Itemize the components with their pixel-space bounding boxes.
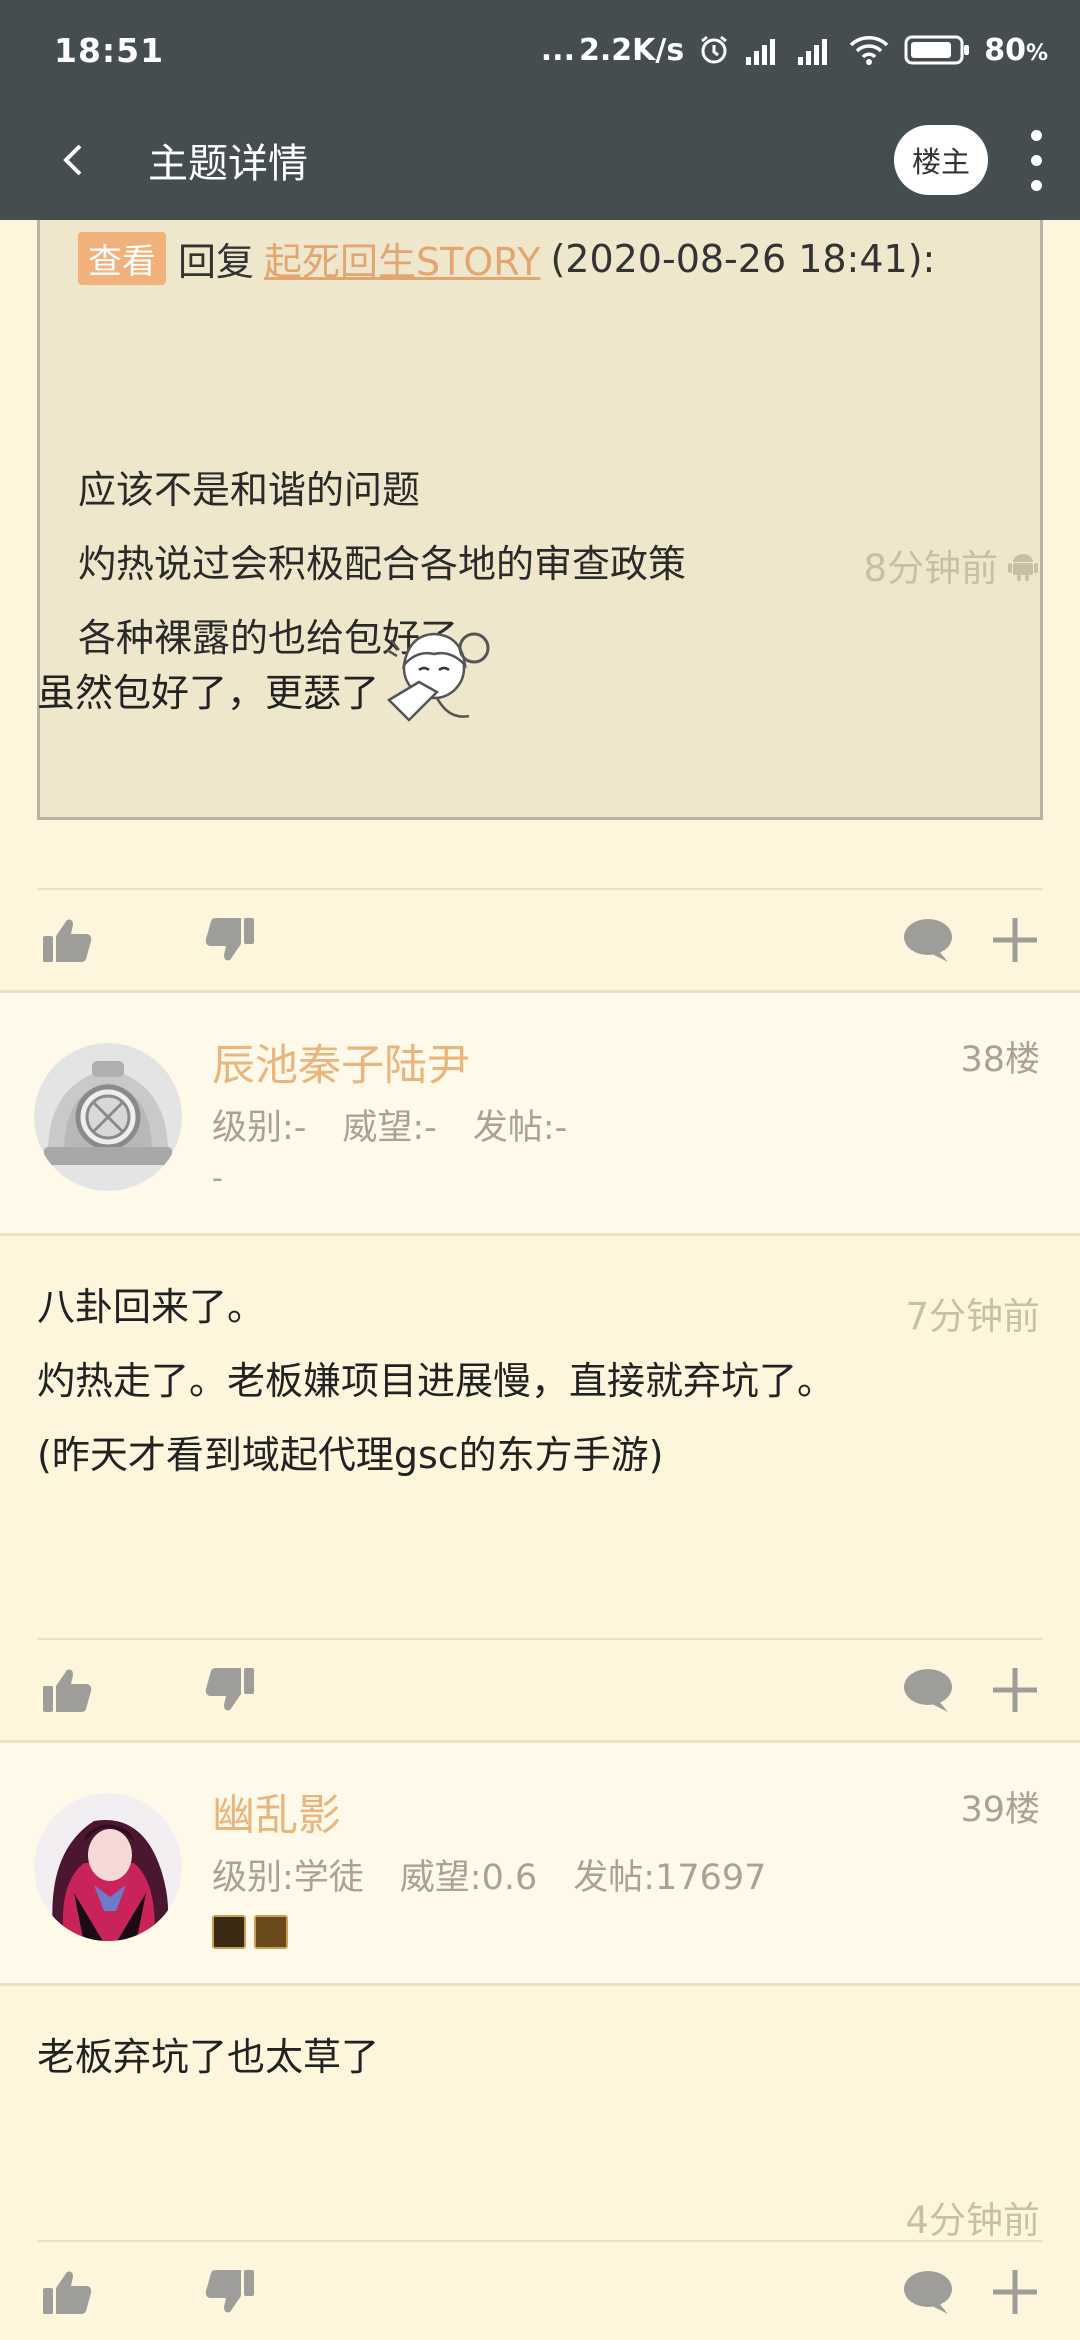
post-body: 虽然包好了，更瑟了 bbox=[37, 620, 499, 730]
downvote-button[interactable] bbox=[200, 910, 260, 970]
comment-icon bbox=[904, 2271, 952, 2314]
upvote-button[interactable] bbox=[37, 1660, 97, 1720]
view-quote-button[interactable]: 查看 bbox=[78, 232, 166, 285]
comment-icon bbox=[904, 919, 952, 962]
user-level: 级别:- bbox=[212, 1108, 307, 1148]
downvote-button[interactable] bbox=[200, 2262, 260, 2322]
post-line: (昨天才看到域起代理gsc的东方手游) bbox=[37, 1433, 664, 1477]
reply-button[interactable] bbox=[898, 1660, 958, 1720]
app-bar: 主题详情 楼主 bbox=[0, 100, 1080, 220]
thumbs-up-icon bbox=[43, 2271, 92, 2314]
user-level: 级别:学徒 bbox=[212, 1858, 364, 1898]
thumbs-down-icon bbox=[205, 1668, 254, 1711]
post-time: 4分钟前 bbox=[905, 2199, 1040, 2242]
post-body: 八卦回来了。 灼热走了。老板嫌项目进展慢，直接就弃坑了。 (昨天才看到域起代理g… bbox=[37, 1270, 835, 1492]
medal-badge-icon[interactable] bbox=[212, 1915, 246, 1949]
username[interactable]: 幽乱影 bbox=[212, 1781, 341, 1843]
user-post-count: 发帖:17697 bbox=[573, 1858, 767, 1898]
more-dot-icon bbox=[1030, 129, 1042, 141]
network-speed: 2.2K/s bbox=[578, 32, 685, 68]
alarm-icon bbox=[701, 35, 728, 64]
status-bar: 18:51 ... 2.2K/s 80% bbox=[0, 0, 1080, 100]
post-time: 8分钟前 bbox=[863, 538, 1040, 592]
anime-sticker-icon bbox=[386, 632, 490, 722]
thread-content[interactable]: 查看 回复 起死回生STORY (2020-08-26 18:41): 应该不是… bbox=[0, 220, 1080, 2340]
post-text: 虽然包好了，更瑟了 bbox=[37, 671, 380, 715]
post-text: 老板弃坑了也太草了 bbox=[37, 2035, 380, 2079]
page-title: 主题详情 bbox=[148, 141, 308, 187]
post-header: 幽乱影 39楼 级别:学徒 威望:0.6 发帖:17697 bbox=[0, 1743, 1080, 1983]
reply-word: 回复 bbox=[178, 240, 255, 284]
user-prestige: 威望:- bbox=[342, 1108, 437, 1148]
post-line: 八卦回来了。 bbox=[37, 1285, 266, 1329]
post-body: 老板弃坑了也太草了 bbox=[37, 2020, 379, 2094]
wifi-icon bbox=[849, 36, 889, 65]
downvote-button[interactable] bbox=[200, 1660, 260, 1720]
quote-time: (2020-08-26 18:41): bbox=[550, 236, 936, 281]
post-actions bbox=[0, 2242, 1080, 2340]
comment-icon bbox=[904, 1669, 952, 1712]
post-header: 辰池秦子陆尹 38楼 级别:- 威望:- 发帖:- - bbox=[0, 993, 1080, 1233]
upvote-button[interactable] bbox=[37, 910, 97, 970]
android-icon bbox=[1008, 554, 1038, 581]
user-meta: 级别:- 威望:- 发帖:- bbox=[212, 1099, 603, 1150]
more-actions-button[interactable] bbox=[985, 2262, 1045, 2322]
thumbs-up-icon bbox=[43, 1669, 92, 1712]
post-actions bbox=[0, 890, 1080, 990]
header-separator bbox=[0, 1233, 1080, 1236]
default-avatar-icon bbox=[34, 1043, 182, 1191]
op-only-button[interactable]: 楼主 bbox=[894, 125, 988, 195]
post-line: 灼热走了。老板嫌项目进展慢，直接就弃坑了。 bbox=[37, 1359, 836, 1403]
avatar[interactable] bbox=[34, 1043, 182, 1191]
more-actions-button[interactable] bbox=[985, 1660, 1045, 1720]
user-post-count: 发帖:- bbox=[472, 1108, 568, 1148]
post-time: 7分钟前 bbox=[905, 1295, 1040, 1338]
post-actions bbox=[0, 1640, 1080, 1740]
quote-block: 查看 回复 起死回生STORY (2020-08-26 18:41): 应该不是… bbox=[37, 220, 1043, 820]
user-meta: 级别:学徒 威望:0.6 发帖:17697 bbox=[212, 1849, 802, 1900]
quote-header: 查看 回复 起死回生STORY (2020-08-26 18:41): bbox=[78, 231, 935, 286]
floor-number: 38楼 bbox=[960, 1040, 1040, 1080]
reply-button[interactable] bbox=[898, 2262, 958, 2322]
avatar[interactable] bbox=[34, 1793, 182, 1941]
more-dot-icon bbox=[1030, 179, 1042, 191]
upvote-button[interactable] bbox=[37, 2262, 97, 2322]
more-menu-button[interactable] bbox=[998, 100, 1074, 220]
battery-icon bbox=[904, 35, 970, 65]
plus-icon bbox=[993, 2270, 1037, 2314]
post-time-text: 8分钟前 bbox=[863, 547, 998, 590]
thumbs-up-icon bbox=[43, 919, 92, 962]
status-dots: ... bbox=[540, 32, 575, 68]
more-dot-icon bbox=[1030, 154, 1042, 166]
user-badges bbox=[212, 1915, 288, 1949]
header-separator bbox=[0, 1983, 1080, 1986]
quote-line: 灼热说过会积极配合各地的审查政策 bbox=[78, 542, 687, 586]
plus-icon bbox=[993, 1668, 1037, 1712]
battery-level: 80% bbox=[984, 32, 1048, 68]
chevron-left-icon bbox=[63, 144, 82, 176]
thumbs-down-icon bbox=[205, 918, 254, 961]
thumbs-down-icon bbox=[205, 2270, 254, 2313]
user-meta-extra: - bbox=[212, 1161, 223, 1196]
user-avatar-icon bbox=[34, 1793, 182, 1941]
more-actions-button[interactable] bbox=[985, 910, 1045, 970]
signal-icon bbox=[746, 39, 776, 65]
quoted-user-link[interactable]: 起死回生STORY bbox=[264, 231, 540, 286]
reply-button[interactable] bbox=[898, 910, 958, 970]
username[interactable]: 辰池秦子陆尹 bbox=[212, 1031, 470, 1093]
user-prestige: 威望:0.6 bbox=[399, 1858, 538, 1898]
back-button[interactable] bbox=[18, 100, 128, 220]
status-time: 18:51 bbox=[54, 30, 165, 70]
quote-line: 应该不是和谐的问题 bbox=[78, 468, 421, 512]
plus-icon bbox=[993, 918, 1037, 962]
status-icons: ... 2.2K/s 80% bbox=[541, 33, 1048, 68]
signal-hd-icon bbox=[798, 39, 828, 65]
medal-badge-icon[interactable] bbox=[254, 1915, 288, 1949]
floor-number: 39楼 bbox=[960, 1790, 1040, 1830]
